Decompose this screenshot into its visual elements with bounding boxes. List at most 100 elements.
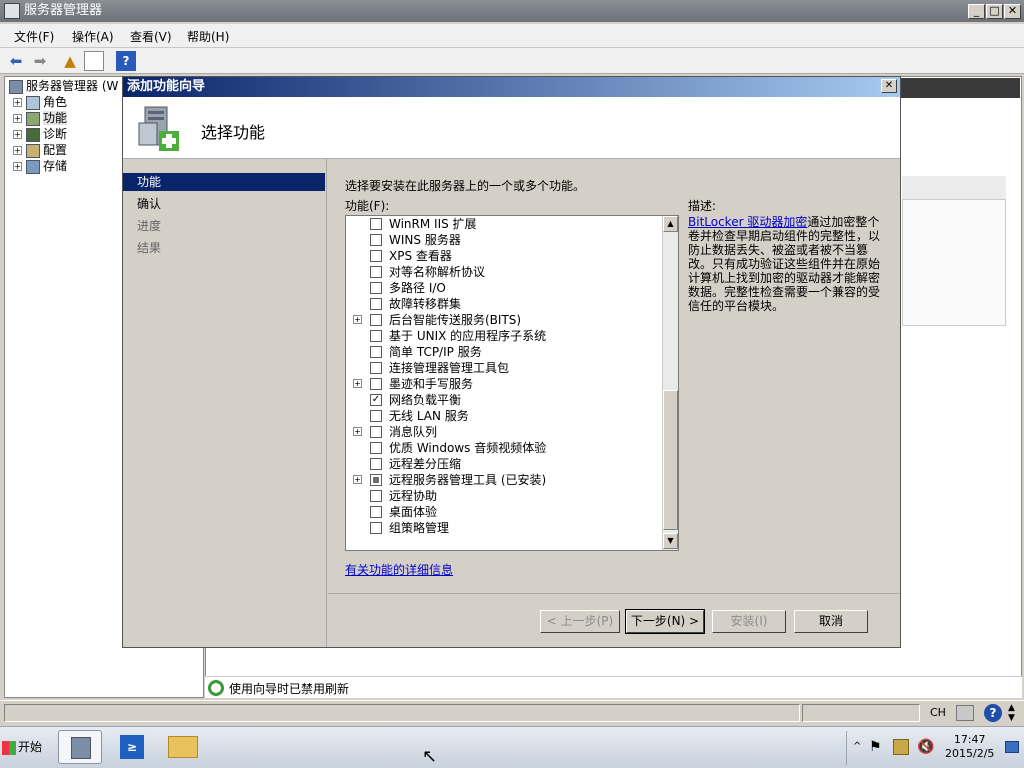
install-button[interactable]: 安装(I): [712, 610, 786, 633]
tree-item-configuration[interactable]: + 配置: [13, 142, 67, 158]
feature-row[interactable]: 无线 LAN 服务: [346, 408, 662, 424]
description-text: BitLocker 驱动器加密通过加密整个卷并检查早期启动组件的完整性，以防止数…: [688, 215, 888, 313]
keyboard-icon[interactable]: [956, 705, 974, 721]
feature-checkbox[interactable]: ✓: [370, 394, 382, 406]
scroll-up-icon[interactable]: ▲: [663, 216, 678, 232]
feature-row[interactable]: 桌面体验: [346, 504, 662, 520]
server-manager-taskbar-icon[interactable]: [58, 730, 102, 764]
expand-icon[interactable]: +: [353, 379, 362, 388]
feature-checkbox[interactable]: [370, 378, 382, 390]
feature-row[interactable]: ✓ 网络负载平衡: [346, 392, 662, 408]
feature-checkbox[interactable]: [370, 234, 382, 246]
minimize-button[interactable]: _: [968, 4, 985, 19]
scroll-arrows-icon[interactable]: ▲ ▼: [1008, 703, 1015, 723]
feature-checkbox[interactable]: [370, 314, 382, 326]
show-hide-tree-icon[interactable]: [84, 51, 104, 71]
clock[interactable]: 17:47 2015/2/5: [945, 733, 994, 761]
feature-row[interactable]: 对等名称解析协议: [346, 264, 662, 280]
next-button[interactable]: 下一步(N) >: [625, 609, 705, 634]
feature-row[interactable]: + 后台智能传送服务(BITS): [346, 312, 662, 328]
feature-checkbox[interactable]: [370, 522, 382, 534]
feature-row[interactable]: 组策略管理: [346, 520, 662, 536]
close-button[interactable]: ✕: [1004, 4, 1021, 19]
feature-row[interactable]: WINS 服务器: [346, 232, 662, 248]
feature-row[interactable]: + 远程服务器管理工具 (已安装): [346, 472, 662, 488]
feature-checkbox[interactable]: [370, 458, 382, 470]
feature-checkbox[interactable]: [370, 250, 382, 262]
tree-item-storage[interactable]: + 存储: [13, 158, 67, 174]
start-button[interactable]: 开始: [2, 735, 48, 759]
storage-icon: [26, 159, 40, 174]
feature-row[interactable]: 多路径 I/O: [346, 280, 662, 296]
feature-row[interactable]: WinRM IIS 扩展: [346, 216, 662, 232]
wizard-title: 添加功能向导: [127, 79, 206, 94]
refresh-icon: [208, 680, 224, 696]
feature-row[interactable]: 基于 UNIX 的应用程序子系统: [346, 328, 662, 344]
refresh-status: 使用向导时已禁用刷新: [205, 676, 1022, 698]
explorer-folder-icon[interactable]: [160, 730, 204, 764]
feature-row[interactable]: + 消息队列: [346, 424, 662, 440]
feature-checkbox[interactable]: [370, 410, 382, 422]
feature-checkbox[interactable]: [370, 474, 382, 486]
volume-muted-icon[interactable]: 🔇: [917, 739, 934, 755]
scroll-thumb[interactable]: [663, 390, 678, 530]
feature-checkbox[interactable]: [370, 442, 382, 454]
expand-icon[interactable]: +: [353, 475, 362, 484]
feature-checkbox[interactable]: [370, 490, 382, 502]
features-list[interactable]: WinRM IIS 扩展 WINS 服务器 XPS 查看器 对等名称解析协议 多路径 I…: [345, 215, 679, 551]
expand-icon[interactable]: +: [13, 114, 22, 123]
expand-icon[interactable]: +: [13, 146, 22, 155]
language-indicator[interactable]: CH: [930, 706, 946, 719]
cancel-button[interactable]: 取消: [794, 610, 868, 633]
step-confirm[interactable]: 确认: [123, 195, 325, 213]
feature-checkbox[interactable]: [370, 218, 382, 230]
feature-row[interactable]: 故障转移群集: [346, 296, 662, 312]
back-arrow-icon[interactable]: ⬅: [6, 51, 26, 71]
wizard-close-button[interactable]: ✕: [881, 79, 897, 93]
expand-icon[interactable]: +: [13, 162, 22, 171]
action-center-flag-icon[interactable]: ⚑: [869, 739, 882, 755]
menu-file[interactable]: 文件(F): [14, 28, 54, 45]
step-features[interactable]: 功能: [123, 173, 325, 191]
powershell-icon[interactable]: ≥: [110, 730, 154, 764]
tree-item-diagnostics[interactable]: + 诊断: [13, 126, 67, 142]
up-folder-icon[interactable]: ▲: [60, 51, 80, 71]
network-icon[interactable]: [893, 739, 909, 755]
feature-checkbox[interactable]: [370, 362, 382, 374]
help-icon[interactable]: ?: [116, 51, 136, 71]
feature-checkbox[interactable]: [370, 506, 382, 518]
scroll-down-icon[interactable]: ▼: [663, 533, 678, 549]
feature-row[interactable]: XPS 查看器: [346, 248, 662, 264]
feature-row[interactable]: 简单 TCP/IP 服务: [346, 344, 662, 360]
expand-icon[interactable]: +: [13, 130, 22, 139]
feature-row[interactable]: 优质 Windows 音频视频体验: [346, 440, 662, 456]
tree-item-features[interactable]: + 功能: [13, 110, 68, 126]
show-hidden-icons-icon[interactable]: ^: [853, 741, 861, 752]
tree-root[interactable]: 服务器管理器 (W: [9, 78, 118, 94]
back-button[interactable]: < 上一步(P): [540, 610, 620, 633]
maximize-button[interactable]: □: [986, 4, 1003, 19]
menu-help[interactable]: 帮助(H): [187, 28, 229, 45]
tree-item-roles[interactable]: + 角色: [13, 94, 67, 110]
expand-icon[interactable]: +: [353, 315, 362, 324]
menu-view[interactable]: 查看(V): [130, 28, 172, 45]
feature-checkbox[interactable]: [370, 298, 382, 310]
bitlocker-link[interactable]: BitLocker 驱动器加密: [688, 215, 807, 229]
expand-icon[interactable]: +: [353, 427, 362, 436]
menu-action[interactable]: 操作(A): [72, 28, 114, 45]
more-info-link[interactable]: 有关功能的详细信息: [345, 561, 453, 578]
feature-checkbox[interactable]: [370, 330, 382, 342]
feature-row[interactable]: 远程差分压缩: [346, 456, 662, 472]
forward-arrow-icon[interactable]: ➡: [30, 51, 50, 71]
feature-row[interactable]: 远程协助: [346, 488, 662, 504]
feature-checkbox[interactable]: [370, 426, 382, 438]
feature-row[interactable]: 连接管理器管理工具包: [346, 360, 662, 376]
expand-icon[interactable]: +: [13, 98, 22, 107]
feature-checkbox[interactable]: [370, 346, 382, 358]
feature-checkbox[interactable]: [370, 266, 382, 278]
show-desktop-icon[interactable]: [1005, 741, 1019, 753]
features-scrollbar[interactable]: ▲ ▼: [662, 216, 678, 550]
feature-row[interactable]: + 墨迹和手写服务: [346, 376, 662, 392]
help-circle-icon[interactable]: ?: [984, 704, 1002, 722]
feature-checkbox[interactable]: [370, 282, 382, 294]
